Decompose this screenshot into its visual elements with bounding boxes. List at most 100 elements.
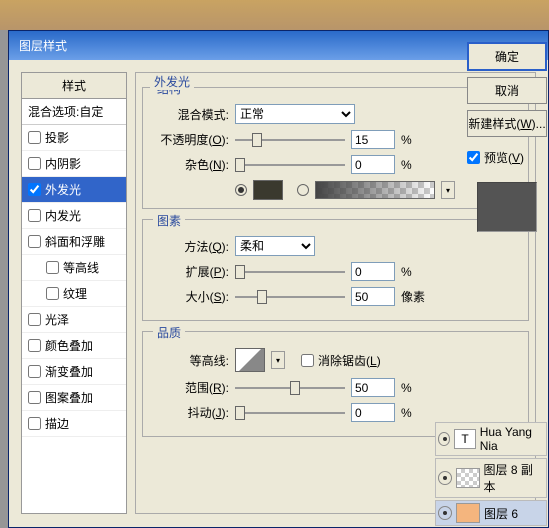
style-checkbox[interactable] (28, 339, 41, 352)
layer-name: 图层 8 副本 (484, 461, 544, 495)
solid-color-radio[interactable] (235, 184, 247, 196)
gradient-picker[interactable] (315, 181, 435, 199)
layer-name: Hua Yang Nia (480, 425, 544, 453)
size-unit: 像素 (401, 288, 425, 305)
visibility-icon[interactable] (438, 432, 450, 446)
contour-dropdown-icon[interactable]: ▾ (271, 351, 285, 369)
style-checkbox[interactable] (28, 313, 41, 326)
style-checkbox[interactable] (28, 131, 41, 144)
style-checkbox[interactable] (28, 417, 41, 430)
opacity-label: 不透明度(O): (151, 131, 229, 148)
style-item-3[interactable]: 内发光 (22, 203, 126, 229)
style-item-7[interactable]: 光泽 (22, 307, 126, 333)
style-item-5[interactable]: 等高线 (22, 255, 126, 281)
layer-name: 图层 6 (484, 505, 518, 522)
technique-label: 方法(Q): (151, 238, 229, 255)
style-item-2[interactable]: 外发光 (22, 177, 126, 203)
gradient-radio[interactable] (297, 184, 309, 196)
contour-picker[interactable] (235, 348, 265, 372)
layer-row-text[interactable]: T Hua Yang Nia (435, 422, 547, 456)
right-button-panel: 确定 取消 新建样式(W)... 预览(V) (467, 42, 549, 242)
style-item-1[interactable]: 内阴影 (22, 151, 126, 177)
background-image (0, 0, 549, 30)
blend-mode-label: 混合模式: (151, 106, 229, 123)
style-checkbox[interactable] (28, 235, 41, 248)
layer-thumb-text: T (454, 429, 475, 449)
style-checkbox[interactable] (46, 287, 59, 300)
blend-mode-select[interactable]: 正常 (235, 104, 355, 124)
style-label: 等高线 (63, 259, 99, 276)
style-label: 纹理 (63, 285, 87, 302)
style-item-8[interactable]: 颜色叠加 (22, 333, 126, 359)
style-label: 内发光 (45, 207, 81, 224)
size-slider[interactable] (235, 288, 345, 306)
style-label: 外发光 (45, 181, 81, 198)
layer-row-selected[interactable]: 图层 6 (435, 500, 547, 526)
style-checkbox[interactable] (28, 209, 41, 222)
size-input[interactable] (351, 287, 395, 306)
style-item-10[interactable]: 图案叠加 (22, 385, 126, 411)
gradient-dropdown-icon[interactable]: ▾ (441, 181, 455, 199)
opacity-unit: % (401, 133, 412, 147)
spread-unit: % (401, 265, 412, 279)
spread-label: 扩展(P): (151, 263, 229, 280)
style-label: 斜面和浮雕 (45, 233, 105, 250)
style-label: 渐变叠加 (45, 363, 93, 380)
antialias-checkbox[interactable] (301, 354, 314, 367)
noise-slider[interactable] (235, 156, 345, 174)
elements-label: 图素 (153, 212, 185, 229)
style-label: 颜色叠加 (45, 337, 93, 354)
noise-input[interactable] (351, 155, 395, 174)
size-label: 大小(S): (151, 288, 229, 305)
spread-slider[interactable] (235, 263, 345, 281)
preview-checkbox-row[interactable]: 预览(V) (467, 149, 547, 166)
preview-label: 预览(V) (484, 149, 524, 166)
style-checkbox[interactable] (28, 391, 41, 404)
layer-thumb-orange (456, 503, 480, 523)
range-unit: % (401, 381, 412, 395)
ok-button[interactable]: 确定 (467, 42, 547, 71)
outer-glow-title: 外发光 (150, 73, 194, 90)
style-label: 描边 (45, 415, 69, 432)
range-label: 范围(R): (151, 379, 229, 396)
visibility-icon[interactable] (438, 471, 452, 485)
style-item-4[interactable]: 斜面和浮雕 (22, 229, 126, 255)
preview-checkbox[interactable] (467, 151, 480, 164)
style-checkbox[interactable] (28, 365, 41, 378)
style-checkbox[interactable] (28, 157, 41, 170)
visibility-icon[interactable] (438, 506, 452, 520)
style-checkbox[interactable] (46, 261, 59, 274)
styles-header[interactable]: 样式 (22, 73, 126, 99)
style-item-9[interactable]: 渐变叠加 (22, 359, 126, 385)
antialias-label: 消除锯齿(L) (318, 352, 381, 369)
jitter-input[interactable] (351, 403, 395, 422)
antialias-row[interactable]: 消除锯齿(L) (301, 352, 381, 369)
noise-label: 杂色(N): (151, 156, 229, 173)
dialog-title: 图层样式 (19, 39, 67, 53)
style-label: 图案叠加 (45, 389, 93, 406)
quality-label: 品质 (153, 324, 185, 341)
contour-label: 等高线: (151, 352, 229, 369)
spread-input[interactable] (351, 262, 395, 281)
style-item-6[interactable]: 纹理 (22, 281, 126, 307)
range-input[interactable] (351, 378, 395, 397)
style-label: 内阴影 (45, 155, 81, 172)
styles-list-panel: 样式 混合选项:自定 投影内阴影外发光内发光斜面和浮雕等高线纹理光泽颜色叠加渐变… (21, 72, 127, 514)
style-item-11[interactable]: 描边 (22, 411, 126, 437)
new-style-button[interactable]: 新建样式(W)... (467, 110, 547, 137)
cancel-button[interactable]: 取消 (467, 77, 547, 104)
jitter-unit: % (401, 406, 412, 420)
range-slider[interactable] (235, 379, 345, 397)
opacity-slider[interactable] (235, 131, 345, 149)
noise-unit: % (401, 158, 412, 172)
layers-panel: T Hua Yang Nia 图层 8 副本 图层 6 (435, 420, 547, 526)
opacity-input[interactable] (351, 130, 395, 149)
layer-row-copy[interactable]: 图层 8 副本 (435, 458, 547, 498)
technique-select[interactable]: 柔和 (235, 236, 315, 256)
style-checkbox[interactable] (28, 183, 41, 196)
layer-thumb-checker (456, 468, 480, 488)
style-item-0[interactable]: 投影 (22, 125, 126, 151)
blend-options-row[interactable]: 混合选项:自定 (22, 99, 126, 125)
jitter-slider[interactable] (235, 404, 345, 422)
glow-color-swatch[interactable] (253, 180, 283, 200)
